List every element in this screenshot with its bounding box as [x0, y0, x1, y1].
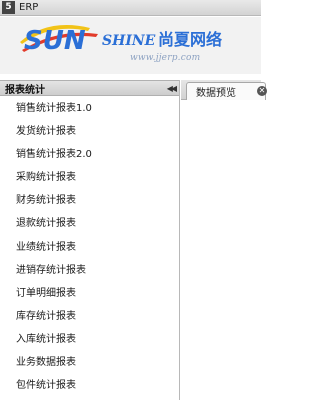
logo-chinese-text: 尚夏网络	[158, 30, 222, 49]
tab-strip: 数据预览 ✕	[181, 80, 267, 100]
sidebar-header: 报表统计 ◀◀	[0, 80, 179, 96]
window-title: ERP	[19, 2, 39, 13]
menu-item-finance-report[interactable]: 财务统计报表	[0, 189, 179, 212]
menu-item-business-data-report[interactable]: 业务数据报表	[0, 351, 179, 374]
menu-item-shipping-report[interactable]: 发货统计报表	[0, 120, 179, 143]
main-content	[181, 100, 261, 400]
menu-item-refund-report[interactable]: 退款统计报表	[0, 212, 179, 235]
app-icon: 5	[2, 1, 15, 14]
company-logo: SUN SHINE 尚夏网络	[20, 25, 222, 54]
tab-data-preview[interactable]: 数据预览 ✕	[186, 82, 267, 100]
close-icon[interactable]: ✕	[257, 86, 267, 96]
menu-item-package-report[interactable]: 包件统计报表	[0, 374, 179, 397]
menu-item-warehousing-report[interactable]: 入库统计报表	[0, 328, 179, 351]
sidebar: 报表统计 ◀◀ 销售统计报表1.0 发货统计报表 销售统计报表2.0 采购统计报…	[0, 80, 180, 400]
menu-item-performance-report[interactable]: 业绩统计报表	[0, 236, 179, 259]
menu-item-sales-report-2[interactable]: 销售统计报表2.0	[0, 143, 179, 166]
menu-item-purchase-report[interactable]: 采购统计报表	[0, 166, 179, 189]
menu-item-stock-report[interactable]: 库存统计报表	[0, 305, 179, 328]
menu-item-inventory-flow-report[interactable]: 进销存统计报表	[0, 259, 179, 282]
logo-sun-text: SUN	[24, 26, 86, 54]
tab-label: 数据预览	[196, 88, 236, 99]
report-menu: 销售统计报表1.0 发货统计报表 销售统计报表2.0 采购统计报表 财务统计报表…	[0, 96, 179, 397]
logo-shine-text: SHINE	[102, 33, 156, 49]
logo-url: www.jjerp.com	[130, 53, 201, 63]
title-bar: 5 ERP	[0, 0, 261, 16]
header-banner: SUN SHINE 尚夏网络 www.jjerp.com	[0, 17, 261, 74]
menu-item-sales-report-1[interactable]: 销售统计报表1.0	[0, 97, 179, 120]
sidebar-title: 报表统计	[5, 84, 45, 96]
double-chevron-left-icon[interactable]: ◀◀	[167, 84, 177, 93]
menu-item-order-detail-report[interactable]: 订单明细报表	[0, 282, 179, 305]
